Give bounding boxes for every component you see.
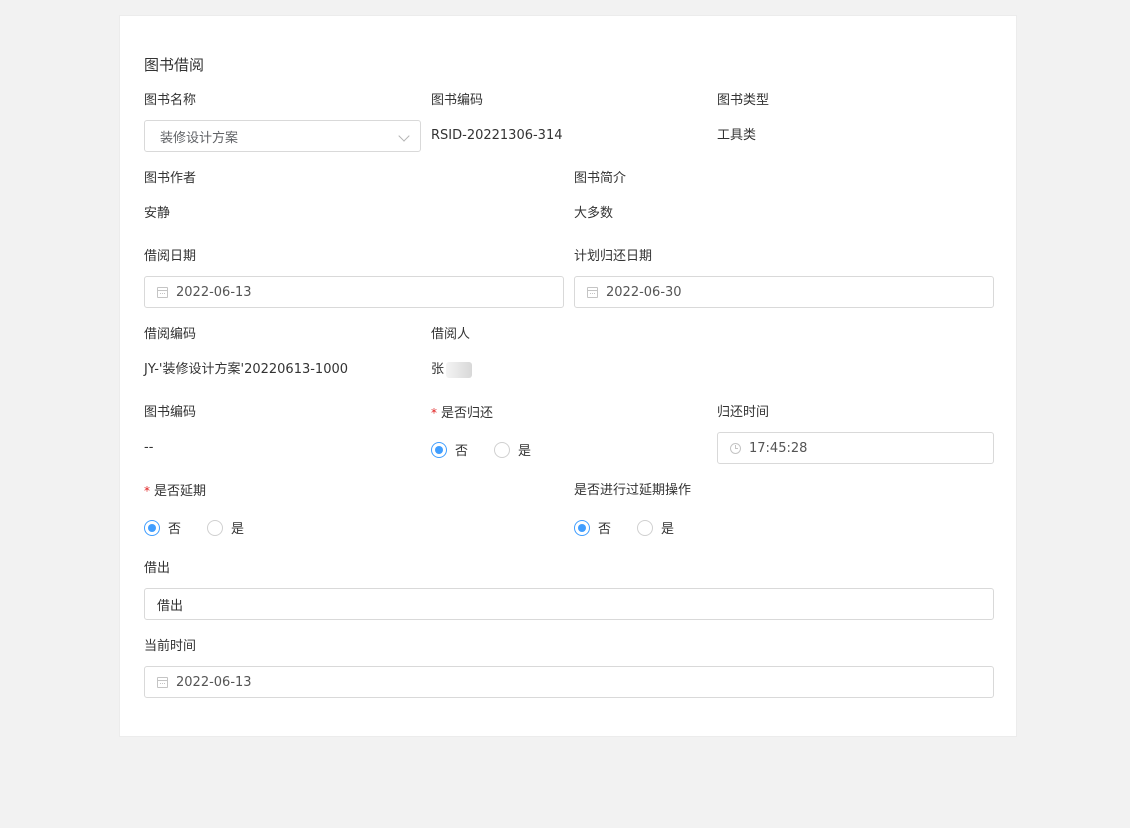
borrow-code-value: JY-'装修设计方案'20220613-1000 (144, 362, 349, 377)
form-title: 图书借阅 (144, 56, 205, 74)
radio-unchecked-icon (637, 519, 654, 536)
radio-label-no: 否 (598, 522, 612, 537)
radio-unchecked-icon (207, 519, 224, 536)
extended-radio-no[interactable]: 否 (144, 518, 181, 537)
book-type-value: 工具类 (717, 128, 757, 143)
current-time-value: 2022-06-13 (176, 674, 252, 690)
current-time-picker[interactable]: 2022-06-13 (144, 666, 994, 698)
borrow-form-card: 图书借阅 图书名称 装修设计方案 图书编码 RSID-20221306-314 … (119, 15, 1017, 737)
radio-label-no: 否 (455, 444, 469, 459)
extension-op-radio-group: 否 是 (574, 518, 700, 537)
chevron-down-icon (398, 130, 410, 142)
borrower-field: 张 (431, 361, 473, 379)
extended-label-text: 是否延期 (154, 484, 207, 499)
book-code2-value: -- (144, 440, 154, 455)
radio-unchecked-icon (494, 441, 511, 458)
returned-label-text: 是否归还 (441, 406, 494, 421)
book-code-value: RSID-20221306-314 (431, 128, 563, 143)
radio-label-yes: 是 (661, 522, 675, 537)
radio-label-no: 否 (168, 522, 182, 537)
book-code2-label: 图书编码 (144, 405, 197, 420)
extension-op-radio-no[interactable]: 否 (574, 518, 611, 537)
book-name-value: 装修设计方案 (160, 130, 239, 146)
plan-return-date-picker[interactable]: 2022-06-30 (574, 276, 994, 308)
checkout-input[interactable]: 借出 (144, 588, 994, 620)
calendar-icon (157, 286, 168, 298)
extended-radio-group: 否 是 (144, 518, 270, 537)
plan-return-label: 计划归还日期 (574, 249, 653, 264)
clock-icon (730, 442, 741, 454)
borrow-date-value: 2022-06-13 (176, 284, 252, 300)
book-name-select[interactable]: 装修设计方案 (144, 120, 421, 152)
book-type-label: 图书类型 (717, 93, 770, 108)
required-asterisk: * (144, 484, 150, 498)
book-name-label: 图书名称 (144, 93, 197, 108)
return-time-value: 17:45:28 (749, 440, 808, 456)
current-time-label: 当前时间 (144, 639, 197, 654)
book-code-label: 图书编码 (431, 93, 484, 108)
extension-op-radio-yes[interactable]: 是 (637, 518, 674, 537)
extended-label: * 是否延期 (144, 482, 206, 501)
intro-label: 图书简介 (574, 171, 627, 186)
borrower-value: 张 (431, 362, 445, 377)
borrow-date-picker[interactable]: 2022-06-13 (144, 276, 564, 308)
returned-radio-yes[interactable]: 是 (494, 440, 531, 459)
borrow-code-label: 借阅编码 (144, 327, 197, 342)
return-time-label: 归还时间 (717, 405, 770, 420)
borrower-label: 借阅人 (431, 327, 471, 342)
radio-label-yes: 是 (231, 522, 245, 537)
checkout-label: 借出 (144, 561, 171, 576)
extended-radio-yes[interactable]: 是 (207, 518, 244, 537)
radio-checked-icon (574, 519, 590, 536)
borrow-date-label: 借阅日期 (144, 249, 197, 264)
plan-return-value: 2022-06-30 (606, 284, 682, 300)
required-asterisk: * (431, 406, 437, 420)
radio-checked-icon (431, 441, 447, 458)
returned-radio-no[interactable]: 否 (431, 440, 468, 459)
returned-radio-group: 否 是 (431, 440, 557, 459)
radio-label-yes: 是 (518, 444, 532, 459)
returned-label: * 是否归还 (431, 404, 493, 423)
intro-value: 大多数 (574, 206, 614, 221)
calendar-icon (587, 286, 598, 298)
checkout-value: 借出 (157, 598, 184, 614)
return-time-picker[interactable]: 17:45:28 (717, 432, 994, 464)
redacted-name-blur (446, 361, 473, 378)
extension-op-label: 是否进行过延期操作 (574, 483, 692, 498)
author-label: 图书作者 (144, 171, 197, 186)
radio-checked-icon (144, 519, 160, 536)
calendar-icon (157, 676, 168, 688)
author-value: 安静 (144, 206, 171, 221)
